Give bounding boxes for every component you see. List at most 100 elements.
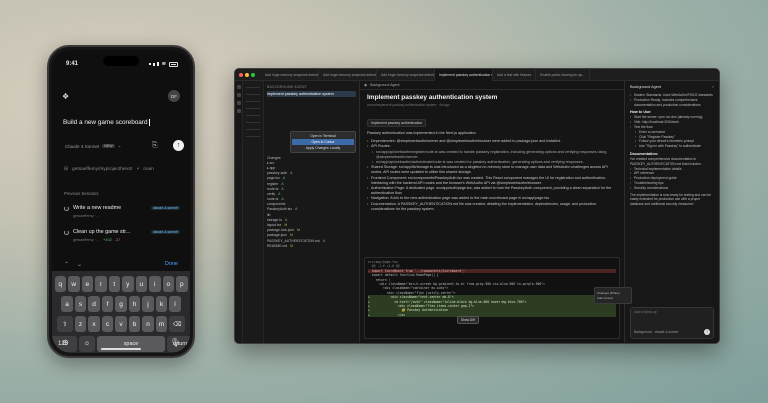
prompt-input[interactable]: Build a new game scoreboard: [63, 119, 150, 126]
chevron-down-icon[interactable]: ⌄: [77, 261, 82, 268]
phone-topbar: ❖ DF: [62, 90, 180, 102]
shift-key[interactable]: ⇧: [56, 316, 73, 332]
source-control-icon[interactable]: [237, 101, 241, 105]
agent-mode-select[interactable]: Background: [634, 330, 652, 334]
conversation-header: ◉ Background Agent: [360, 81, 624, 90]
show-diff-tooltip[interactable]: Show Diff: [457, 316, 479, 324]
status-bar: 9:41 ≋: [66, 59, 178, 69]
tab[interactable]: Add a test with fixtures: [493, 69, 537, 81]
minimize-window-button[interactable]: [245, 72, 249, 77]
signal-icon-bar: [156, 62, 159, 66]
key[interactable]: x: [88, 316, 100, 332]
key[interactable]: w: [68, 276, 80, 292]
tree-label: package-lock.json: [267, 228, 295, 233]
key[interactable]: c: [101, 316, 114, 332]
key[interactable]: f: [101, 296, 114, 312]
file-status: A: [322, 238, 325, 243]
lines-added: +102: [103, 238, 112, 242]
follow-up-controls: Background claude-4-sonnet ↑: [634, 329, 710, 335]
chevron-up-icon[interactable]: ⌃: [64, 261, 69, 268]
task-model-tag: claude-4-sonnet: [150, 206, 180, 210]
key[interactable]: i: [149, 276, 161, 292]
task-item[interactable]: Clean up the game str... claude-4-sonnet …: [64, 229, 180, 249]
signal-icon: [148, 63, 151, 65]
apply-menu: Open in Terminal Open in Cursor Apply Ch…: [290, 131, 356, 153]
explorer-icon[interactable]: [237, 85, 241, 89]
search-icon[interactable]: [237, 93, 241, 97]
key[interactable]: y: [122, 276, 134, 292]
tree-row[interactable]: README.md M: [267, 243, 356, 248]
attach-icon[interactable]: ⎘: [152, 141, 161, 150]
tab-active[interactable]: Implement passkey authentication system: [435, 69, 493, 81]
battery-icon: [169, 61, 178, 67]
key[interactable]: b: [128, 316, 141, 332]
key[interactable]: z: [74, 316, 87, 332]
model-selector[interactable]: Claude 4 Sonnet NEW ⌄: [65, 143, 121, 149]
agent-icon: ◉: [364, 83, 368, 87]
conversation-body: Implement passkey authentication system …: [360, 90, 624, 216]
key[interactable]: j: [142, 296, 154, 312]
tab[interactable]: Add huge memory snapshot detection: [377, 69, 435, 81]
key[interactable]: m: [155, 316, 168, 332]
branch-name: main: [143, 166, 154, 172]
chevron-down-icon: ⌄: [117, 143, 122, 148]
key[interactable]: k: [155, 296, 168, 312]
send-button[interactable]: ↑: [173, 140, 184, 151]
key[interactable]: h: [128, 296, 141, 312]
backspace-key[interactable]: ⌫: [169, 316, 186, 332]
tree-label: components: [267, 202, 286, 207]
close-window-button[interactable]: [239, 72, 243, 77]
summary-item: Shared Storage: src/app/lib/storage.ts w…: [367, 165, 617, 175]
key[interactable]: e: [81, 276, 93, 292]
key[interactable]: s: [74, 296, 87, 312]
popover-item[interactable]: Add context: [597, 296, 629, 302]
close-icon[interactable]: ×: [712, 85, 714, 89]
tree-label: layout.tsx: [267, 223, 282, 228]
done-button[interactable]: Done: [165, 261, 178, 267]
keyboard-toolbar: ⌃ ⌄ Done: [52, 258, 190, 270]
tree-label: storage.ts: [267, 217, 282, 222]
tab[interactable]: Add huge memory snapshot detection: [261, 69, 319, 81]
diff-viewer[interactable]: src/app/page.tsx @@ -1,6 +1,8 @@ - impor…: [364, 257, 620, 339]
menu-item-apply-locally[interactable]: Apply Changes Locally: [292, 145, 354, 151]
key[interactable]: p: [176, 276, 188, 292]
key[interactable]: n: [142, 316, 154, 332]
key[interactable]: v: [115, 316, 127, 332]
key[interactable]: r: [95, 276, 107, 292]
key[interactable]: u: [135, 276, 147, 292]
repo-name: getsaeffemy/myprojecthere2: [72, 166, 133, 172]
chat-panel-title: Background Agent: [630, 85, 662, 89]
key[interactable]: g: [115, 296, 127, 312]
avatar[interactable]: DF: [168, 90, 180, 102]
globe-icon[interactable]: ⊕: [62, 338, 69, 347]
task-title: Clean up the game str...: [73, 229, 131, 235]
app-logo-icon[interactable]: ❖: [62, 92, 71, 101]
file-status: A: [290, 171, 293, 176]
agent-session-item[interactable]: Implement passkey authentication system: [267, 91, 356, 97]
send-button[interactable]: ↑: [704, 329, 710, 335]
key[interactable]: d: [88, 296, 100, 312]
model-select[interactable]: claude-4-sonnet: [655, 330, 679, 334]
tab[interactable]: Enable public sharing for ap...: [536, 69, 590, 81]
repo-selector[interactable]: ⊟ getsaeffemy/myprojecthere2 ⑂ main: [64, 166, 178, 173]
tab[interactable]: Add huge memory snapshot detection: [319, 69, 377, 81]
task-item[interactable]: Write a new readme claude-4-sonnet getsae…: [64, 205, 180, 225]
follow-up-input[interactable]: Add a follow-up Background claude-4-sonn…: [630, 307, 714, 339]
key[interactable]: q: [54, 276, 66, 292]
explorer-line: [246, 122, 260, 123]
key[interactable]: a: [61, 296, 73, 312]
file-status: M: [297, 228, 300, 233]
tree-label: route.ts: [267, 186, 279, 191]
agent-chat-panel: Background Agent × Modern Standards: Use…: [625, 81, 719, 343]
status-spinner-icon: [64, 229, 69, 235]
tree-label: PASSKEY_AUTHENTICATION.md: [267, 238, 320, 243]
maximize-window-button[interactable]: [251, 72, 255, 77]
key[interactable]: t: [108, 276, 120, 292]
extensions-icon[interactable]: [237, 109, 241, 113]
key[interactable]: l: [169, 296, 181, 312]
microphone-icon[interactable]: 🎙: [170, 338, 180, 347]
status-icons: ≋: [148, 61, 178, 67]
model-tag: NEW: [102, 144, 115, 148]
task-model-tag: claude-4-sonnet: [150, 230, 180, 234]
key[interactable]: o: [162, 276, 174, 292]
